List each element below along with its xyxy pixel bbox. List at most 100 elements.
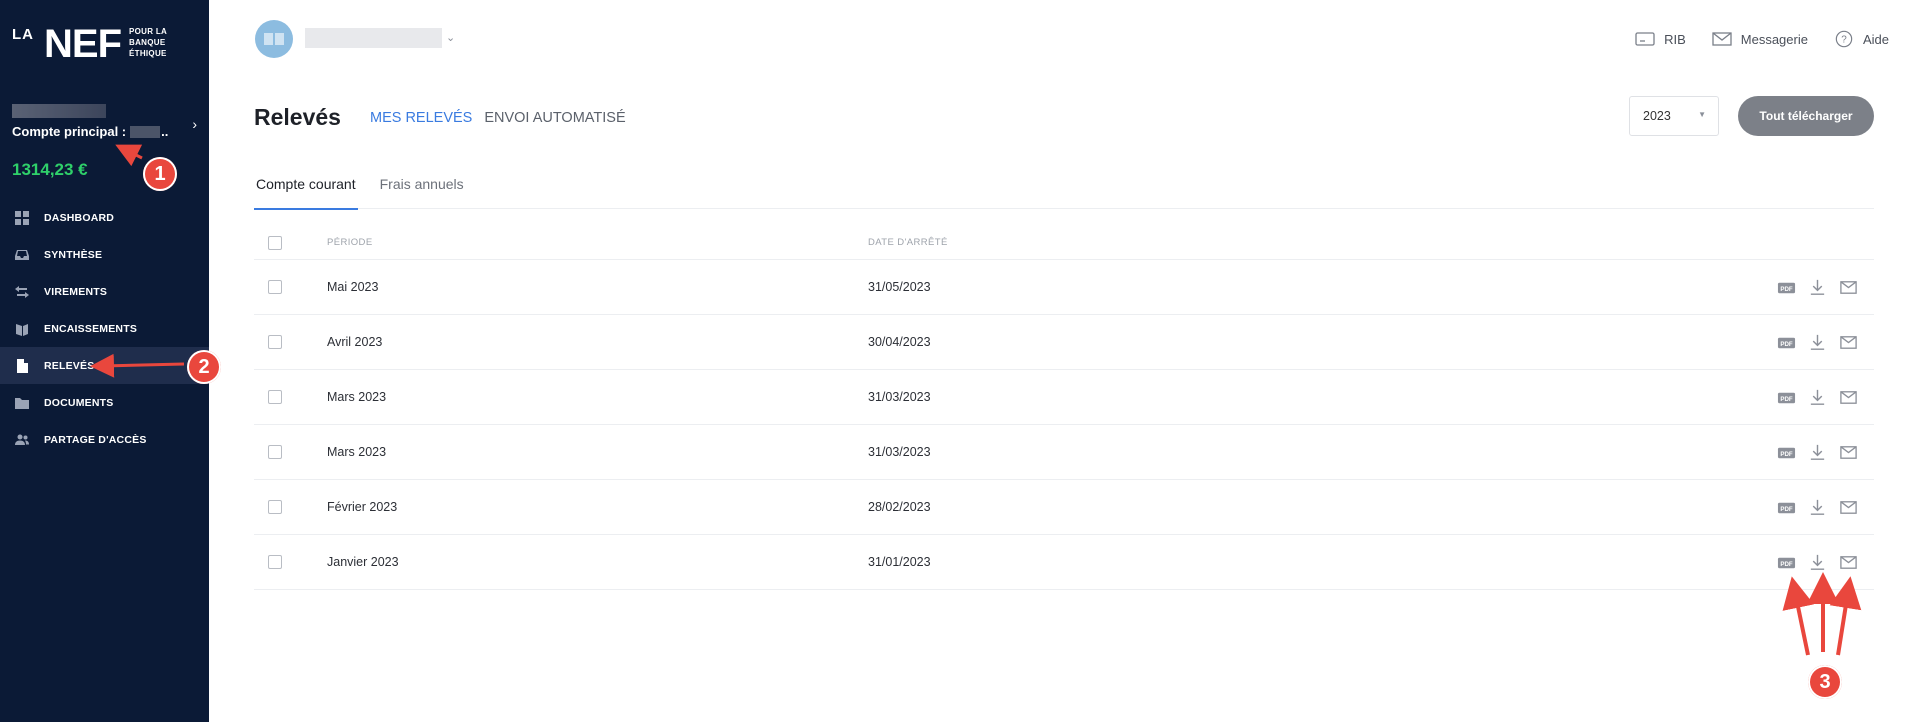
transfer-icon [14,284,30,300]
sidebar-item-label: VIREMENTS [44,285,108,298]
subnav: MES RELEVÉS ENVOI AUTOMATISÉ [370,110,626,126]
pdf-label: PDF [1780,285,1793,292]
row-checkbox[interactable] [268,390,282,404]
users-icon [14,432,30,448]
sidebar-item-label: DOCUMENTS [44,396,114,409]
send-mail-icon[interactable] [1839,498,1858,517]
svg-text:?: ? [1841,35,1847,46]
dashboard-icon [14,210,30,226]
messagerie-label: Messagerie [1740,31,1808,47]
row-actions: PDF [1777,553,1858,572]
download-icon[interactable] [1808,553,1827,572]
row-period: Avril 2023 [327,335,383,349]
sidebar-item-label: ENCAISSEMENTS [44,322,138,335]
row-period: Mai 2023 [327,280,379,294]
avatar[interactable] [255,20,293,58]
row-checkbox[interactable] [268,500,282,514]
table-row: Mars 2023 31/03/2023 PDF [254,370,1874,425]
account-label-row: Compte principal : .. [12,124,197,139]
logo-tagline: POUR LA BANQUE ÉTHIQUE [129,26,167,59]
pdf-label: PDF [1780,505,1793,512]
sidebar-item-label: DASHBOARD [44,211,115,224]
download-icon[interactable] [1808,278,1827,297]
account-number-redacted [130,125,161,138]
sidebar-item-virements[interactable]: VIREMENTS [0,273,209,310]
help-icon: ? [1835,30,1853,48]
account-selector[interactable]: Compte principal : .. › [12,104,197,139]
pdf-icon[interactable]: PDF [1777,333,1796,352]
tagline-line: POUR LA [129,27,168,36]
sidebar-item-encaissements[interactable]: ENCAISSEMENTS [0,310,209,347]
account-holder-redacted [12,104,106,118]
subnav-envoi-automatise[interactable]: ENVOI AUTOMATISÉ [484,110,625,126]
row-actions: PDF [1777,498,1858,517]
download-icon[interactable] [1808,443,1827,462]
row-checkbox[interactable] [268,555,282,569]
select-all-checkbox[interactable] [268,235,282,250]
statements-table: PÉRIODE DATE D'ARRÊTÉ Mai 2023 31/05/2023… [254,226,1874,590]
pdf-label: PDF [1780,395,1793,402]
chevron-down-icon[interactable]: ⌄ [446,31,455,44]
send-mail-icon[interactable] [1839,388,1858,407]
row-date: 31/03/2023 [868,390,931,404]
download-icon[interactable] [1808,498,1827,517]
sidebar-item-label: SYNTHÈSE [44,248,103,261]
rib-link[interactable]: RIB [1635,30,1686,48]
sidebar-item-dashboard[interactable]: DASHBOARD [0,199,209,236]
annotation-badge-1: 1 [143,157,177,191]
row-date: 30/04/2023 [868,335,931,349]
pdf-label: PDF [1780,450,1793,457]
pdf-label: PDF [1780,340,1793,347]
subnav-mes-releves[interactable]: MES RELEVÉS [370,110,472,126]
tabs: Compte courant Frais annuels [254,176,1874,210]
chevron-right-icon[interactable]: › [192,116,197,132]
year-select[interactable]: 2023 ▼ [1629,96,1719,136]
row-checkbox[interactable] [268,280,282,294]
send-mail-icon[interactable] [1839,553,1858,572]
table-row: Mars 2023 31/03/2023 PDF [254,425,1874,480]
row-date: 31/01/2023 [868,555,931,569]
logo-la: LA [12,26,34,43]
card-icon [1635,32,1655,46]
sidebar-item-label: RELEVÉS [44,359,95,372]
document-icon [14,358,30,374]
pdf-label: PDF [1780,560,1793,567]
annotation-badge-2: 2 [187,350,221,384]
sidebar-item-documents[interactable]: DOCUMENTS [0,384,209,421]
mail-icon [1712,32,1732,46]
send-mail-icon[interactable] [1839,443,1858,462]
sidebar-nav: DASHBOARD SYNTHÈSE VIREMENTS ENCAISSEMEN… [0,199,209,458]
download-all-button[interactable]: Tout télécharger [1738,96,1874,136]
sidebar-item-label: PARTAGE D'ACCÈS [44,433,147,446]
download-icon[interactable] [1808,388,1827,407]
tab-frais-annuels[interactable]: Frais annuels [378,176,466,209]
row-checkbox[interactable] [268,445,282,459]
pdf-icon[interactable]: PDF [1777,498,1796,517]
row-checkbox[interactable] [268,335,282,349]
inbox-icon [14,247,30,263]
column-header-period: PÉRIODE [327,237,373,248]
logo[interactable]: LA NEF POUR LA BANQUE ÉTHIQUE [12,24,167,64]
pdf-icon[interactable]: PDF [1777,553,1796,572]
top-links: RIB Messagerie ? Aide [1635,30,1889,48]
client-name-redacted[interactable] [305,28,442,48]
table-row: Janvier 2023 31/01/2023 PDF [254,535,1874,590]
sidebar-item-partage-acces[interactable]: PARTAGE D'ACCÈS [0,421,209,458]
folder-icon [14,395,30,411]
sidebar: LA NEF POUR LA BANQUE ÉTHIQUE Compte pri… [0,0,209,722]
send-mail-icon[interactable] [1839,333,1858,352]
row-actions: PDF [1777,443,1858,462]
annotation-badge-3: 3 [1808,665,1842,699]
sidebar-item-releves[interactable]: RELEVÉS [0,347,209,384]
sidebar-item-synthese[interactable]: SYNTHÈSE [0,236,209,273]
aide-link[interactable]: ? Aide [1834,30,1889,48]
tab-compte-courant[interactable]: Compte courant [254,176,358,210]
account-balance: 1314,23 € [12,160,88,179]
download-icon[interactable] [1808,333,1827,352]
pdf-icon[interactable]: PDF [1777,443,1796,462]
year-value: 2023 [1643,109,1671,123]
send-mail-icon[interactable] [1839,278,1858,297]
pdf-icon[interactable]: PDF [1777,388,1796,407]
pdf-icon[interactable]: PDF [1777,278,1796,297]
messagerie-link[interactable]: Messagerie [1712,30,1808,48]
